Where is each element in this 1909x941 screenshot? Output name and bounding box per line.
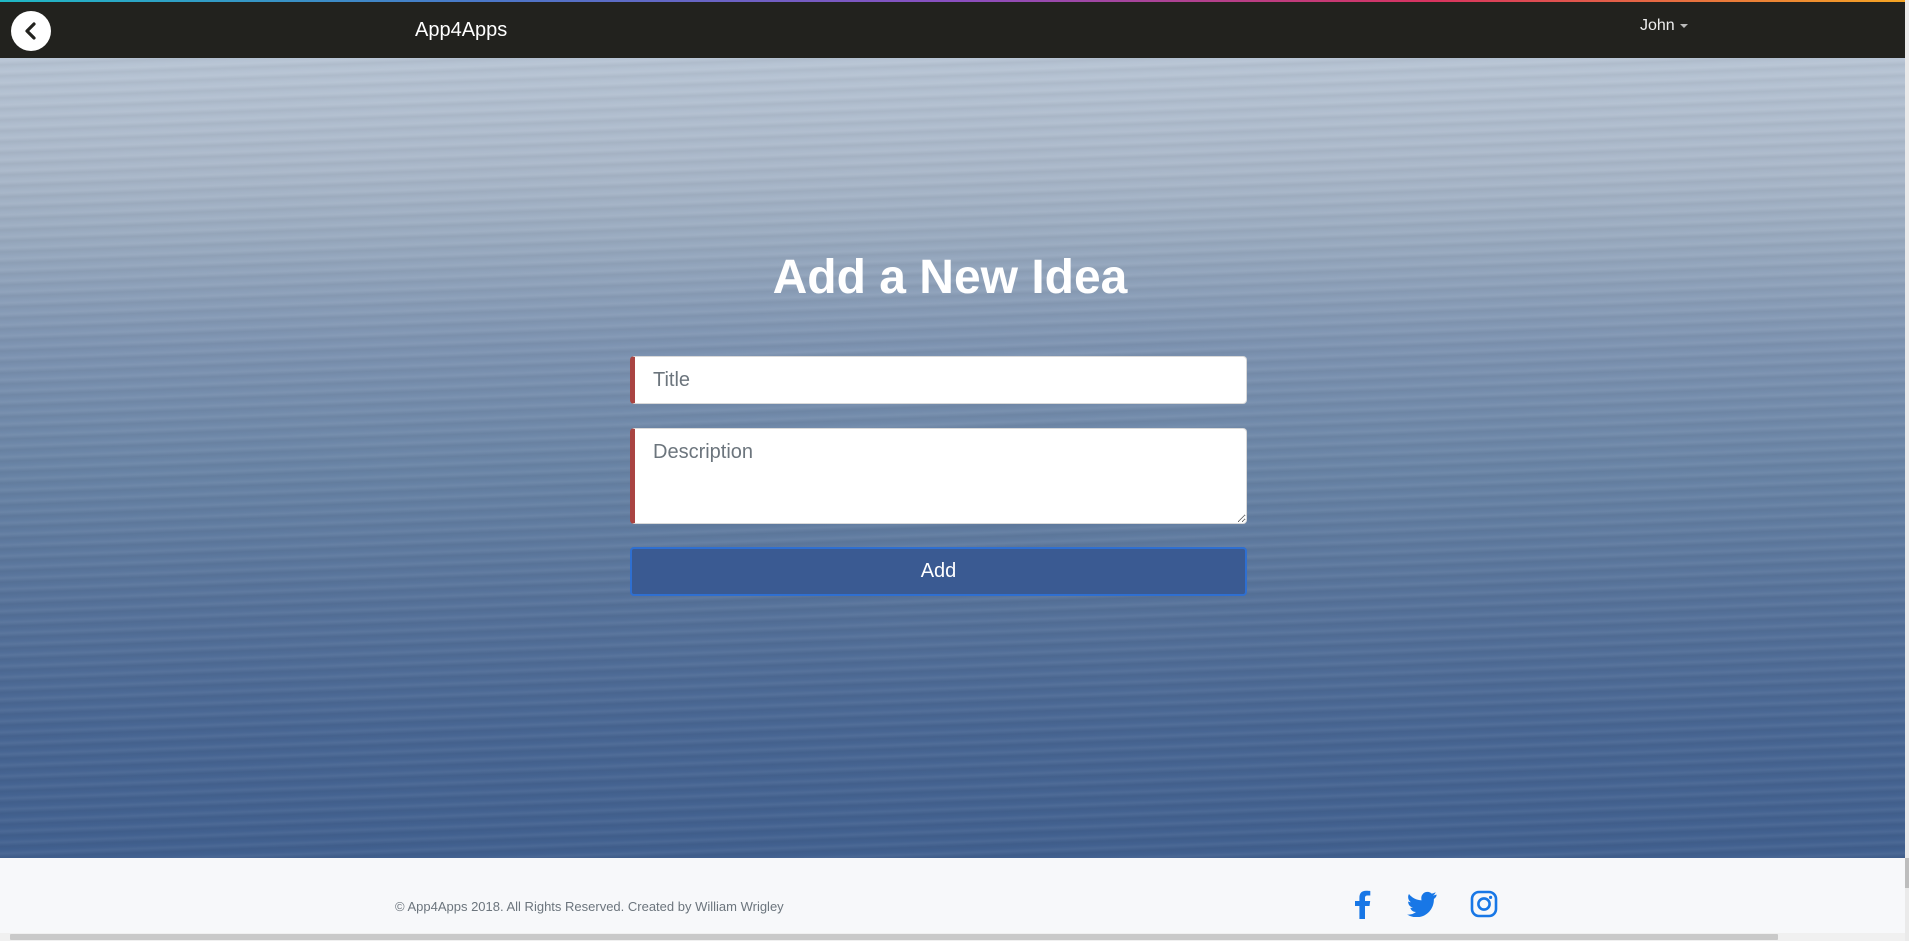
vertical-scrollbar[interactable] (1905, 0, 1909, 941)
brand-link[interactable]: App4Apps (415, 19, 507, 42)
copyright-text: © App4Apps 2018. All Rights Reserved. Cr… (395, 899, 784, 914)
navbar: App4Apps John (0, 2, 1905, 59)
page-title: Add a New Idea (772, 251, 1128, 304)
facebook-icon (1355, 890, 1371, 919)
description-textarea[interactable] (630, 428, 1247, 524)
twitter-link[interactable] (1406, 888, 1438, 920)
back-button[interactable] (11, 11, 51, 51)
chevron-left-icon (25, 22, 36, 40)
instagram-link[interactable] (1468, 888, 1500, 920)
app-window: App4Apps John Add a New Idea Add © App4A… (0, 0, 1909, 941)
title-input[interactable] (630, 356, 1247, 404)
caret-down-icon (1679, 24, 1688, 28)
add-button[interactable]: Add (630, 547, 1247, 596)
horizontal-scrollbar-thumb[interactable] (10, 934, 1778, 940)
user-name: John (1640, 17, 1675, 34)
twitter-icon (1407, 891, 1437, 917)
facebook-link[interactable] (1346, 888, 1378, 920)
instagram-icon (1470, 890, 1498, 918)
user-menu-toggle[interactable]: John (1640, 17, 1688, 35)
footer: © App4Apps 2018. All Rights Reserved. Cr… (0, 858, 1905, 933)
vertical-scrollbar-thumb[interactable] (1905, 858, 1909, 888)
